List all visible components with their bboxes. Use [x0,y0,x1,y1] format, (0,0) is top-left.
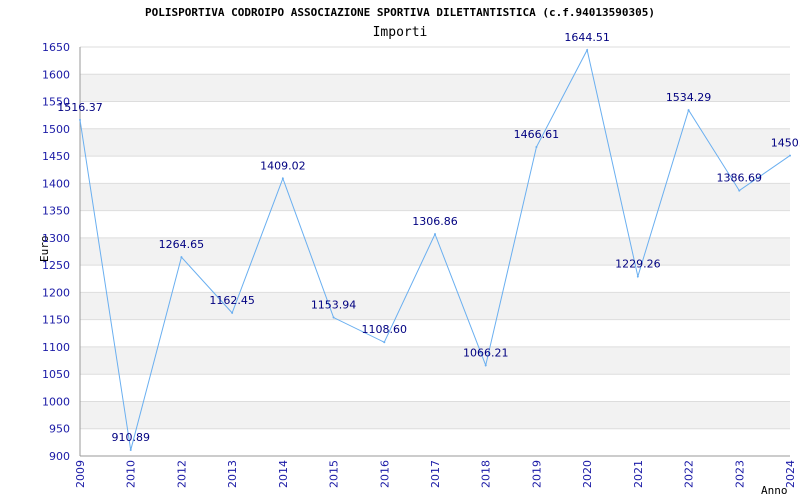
y-tick-label: 1000 [42,395,70,408]
y-tick-label: 1500 [42,123,70,136]
x-tick-label: 2023 [733,460,746,488]
y-tick-label: 1350 [42,205,70,218]
data-label: 1644.51 [564,31,610,44]
y-tick-label: 1050 [42,368,70,381]
y-tick-label: 1150 [42,314,70,327]
data-point [231,311,234,314]
data-point [332,316,335,319]
data-point [636,275,639,278]
y-tick-label: 1450 [42,150,70,163]
grid-band [80,183,790,211]
data-label: 1108.60 [362,323,408,336]
data-label: 1264.65 [159,238,205,251]
data-label: 1306.86 [412,215,458,228]
x-tick-label: 2019 [530,460,543,488]
grid-band [80,128,790,157]
data-point [434,233,436,236]
data-label: 1066.21 [463,346,509,359]
plot-area: 900 950 1000 1050 1100 1150 1200 1250 1300 1350 14… [42,31,800,488]
grid-band [80,292,790,320]
x-tick-label: 2015 [328,460,341,488]
y-tick-label: 1250 [42,259,70,272]
data-label: 1466.61 [514,128,560,141]
data-point [281,177,284,180]
x-tick-label: 2020 [581,460,594,488]
data-point [586,48,589,51]
y-tick-label: 1400 [42,177,70,190]
x-tick-label: 2021 [632,460,645,488]
data-label: 910.89 [111,431,150,444]
data-label: 1534.29 [666,91,712,104]
data-label: 1153.94 [311,299,357,312]
data-point [738,189,741,192]
data-point [687,109,690,112]
x-tick-label: 2010 [125,460,138,488]
grid-band [80,346,790,375]
y-tick-label: 1650 [42,41,70,54]
data-label: 1516.37 [57,101,103,114]
x-tick-label: 2014 [277,460,290,488]
data-label: 1229.26 [615,257,661,270]
chart: POLISPORTIVA CODROIPO ASSOCIAZIONE SPORT… [0,0,800,500]
y-tick-label: 1200 [42,286,70,299]
data-label: 1162.45 [209,294,255,307]
x-tick-label: 2012 [175,460,188,488]
x-tick-label: 2016 [378,460,391,488]
data-point [79,118,81,121]
y-tick-label: 1600 [42,68,70,81]
data-label: 1409.02 [260,159,306,172]
x-tick-label: 2022 [683,460,696,488]
data-point [383,341,386,344]
data-label: 1386.69 [717,172,763,185]
grid-band [80,401,790,429]
data-point [789,154,791,157]
data-point [180,256,183,259]
data-point [535,146,538,149]
x-tick-label: 2017 [429,460,442,488]
x-tick-label: 2024 [784,460,797,488]
x-tick-label: 2009 [74,460,87,488]
data-label: 1450.9 [771,137,800,150]
data-point [484,364,487,367]
x-tick-label: 2013 [226,460,239,488]
x-tick-label: 2018 [480,460,493,488]
y-tick-label: 1300 [42,232,70,245]
data-point [129,449,132,452]
y-tick-label: 900 [49,450,70,463]
y-tick-label: 950 [49,423,70,436]
y-tick-label: 1100 [42,341,70,354]
